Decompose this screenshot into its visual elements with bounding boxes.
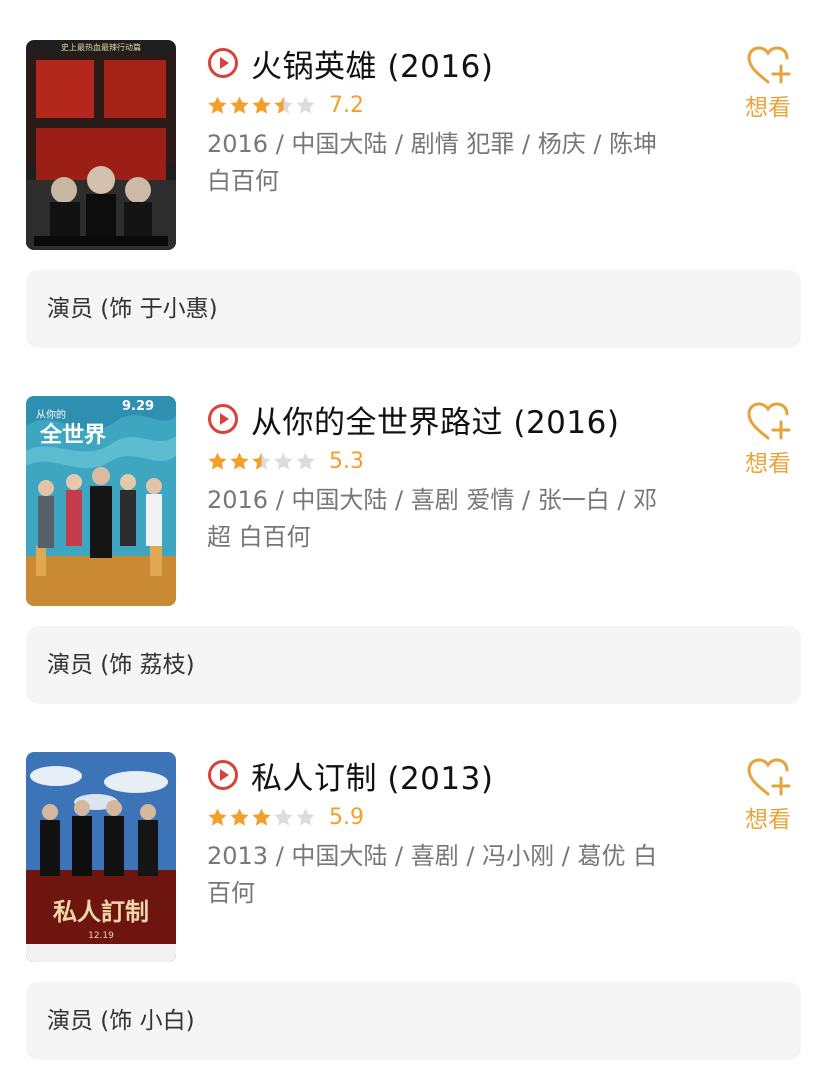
heart-plus-icon — [747, 758, 791, 796]
list-item[interactable]: 史上最热血最辣行动篇 火锅英雄 (2016) 7.2 2016 / 中国大陆 /… — [0, 0, 828, 356]
want-to-watch-button[interactable]: 想看 — [738, 400, 798, 478]
title-row[interactable]: 从你的全世界路过 (2016) — [207, 396, 619, 442]
star-filled-icon — [230, 96, 249, 114]
svg-text:私人訂制: 私人訂制 — [53, 898, 149, 926]
star-filled-icon — [230, 452, 249, 470]
rating-row: 5.3 — [207, 446, 364, 476]
star-filled-icon — [208, 452, 227, 470]
star-filled-icon — [230, 808, 249, 826]
heart-plus-icon — [747, 402, 791, 440]
rating-score: 7.2 — [329, 92, 364, 118]
rating-row: 7.2 — [207, 90, 364, 120]
star-empty-icon — [274, 808, 293, 826]
movie-title[interactable]: 从你的全世界路过 (2016) — [251, 397, 619, 442]
movie-list: 史上最热血最辣行动篇 火锅英雄 (2016) 7.2 2016 / 中国大陆 /… — [0, 0, 828, 1060]
want-to-watch-button[interactable]: 想看 — [738, 44, 798, 122]
movie-poster[interactable]: 私人訂制 12.19 — [26, 752, 176, 962]
play-icon[interactable] — [207, 47, 239, 79]
svg-text:从你的: 从你的 — [36, 408, 66, 421]
svg-text:全世界: 全世界 — [39, 422, 106, 448]
rating-score: 5.9 — [329, 804, 364, 830]
role-box[interactable]: 演员 (饰 小白) — [26, 982, 801, 1060]
want-to-watch-label: 想看 — [745, 95, 791, 121]
role-box[interactable]: 演员 (饰 荔枝) — [26, 626, 801, 704]
role-box[interactable]: 演员 (饰 于小惠) — [26, 270, 801, 348]
star-empty-icon — [296, 808, 315, 826]
star-filled-icon — [252, 808, 271, 826]
play-icon[interactable] — [207, 759, 239, 791]
movie-title[interactable]: 火锅英雄 (2016) — [251, 41, 493, 86]
svg-text:史上最热血最辣行动篇: 史上最热血最辣行动篇 — [61, 42, 141, 52]
star-filled-icon — [208, 808, 227, 826]
list-item[interactable]: 从你的 全世界 9.29 从你的全世界路过 (2016) 5.3 2016 / … — [0, 356, 828, 712]
want-to-watch-button[interactable]: 想看 — [738, 756, 798, 834]
star-half-icon — [274, 96, 293, 114]
play-icon[interactable] — [207, 403, 239, 435]
star-rating — [207, 95, 317, 116]
movie-title[interactable]: 私人订制 (2013) — [251, 753, 493, 798]
title-row[interactable]: 私人订制 (2013) — [207, 752, 493, 798]
heart-plus-icon — [747, 46, 791, 84]
star-half-icon — [252, 452, 271, 470]
svg-text:9.29: 9.29 — [122, 399, 154, 414]
list-item[interactable]: 私人訂制 12.19 私人订制 (2013) 5.9 2013 / 中国大陆 /… — [0, 712, 828, 1068]
star-empty-icon — [274, 452, 293, 470]
movie-poster[interactable]: 史上最热血最辣行动篇 — [26, 40, 176, 250]
role-text: 演员 (饰 荔枝) — [47, 652, 195, 678]
movie-meta: 2016 / 中国大陆 / 喜剧 爱情 / 张一白 / 邓超 白百何 — [207, 486, 658, 551]
star-rating — [207, 807, 317, 828]
role-text: 演员 (饰 于小惠) — [47, 296, 218, 322]
want-to-watch-label: 想看 — [745, 451, 791, 477]
star-empty-icon — [296, 452, 315, 470]
rating-row: 5.9 — [207, 802, 364, 832]
svg-text:12.19: 12.19 — [88, 931, 114, 941]
want-to-watch-label: 想看 — [745, 807, 791, 833]
movie-meta: 2013 / 中国大陆 / 喜剧 / 冯小刚 / 葛优 白百何 — [207, 842, 658, 907]
title-row[interactable]: 火锅英雄 (2016) — [207, 40, 493, 86]
star-filled-icon — [208, 96, 227, 114]
star-empty-icon — [296, 96, 315, 114]
star-filled-icon — [252, 96, 271, 114]
rating-score: 5.3 — [329, 448, 364, 474]
movie-meta: 2016 / 中国大陆 / 剧情 犯罪 / 杨庆 / 陈坤 白百何 — [207, 130, 658, 195]
role-text: 演员 (饰 小白) — [47, 1008, 195, 1034]
movie-poster[interactable]: 从你的 全世界 9.29 — [26, 396, 176, 606]
star-rating — [207, 451, 317, 472]
